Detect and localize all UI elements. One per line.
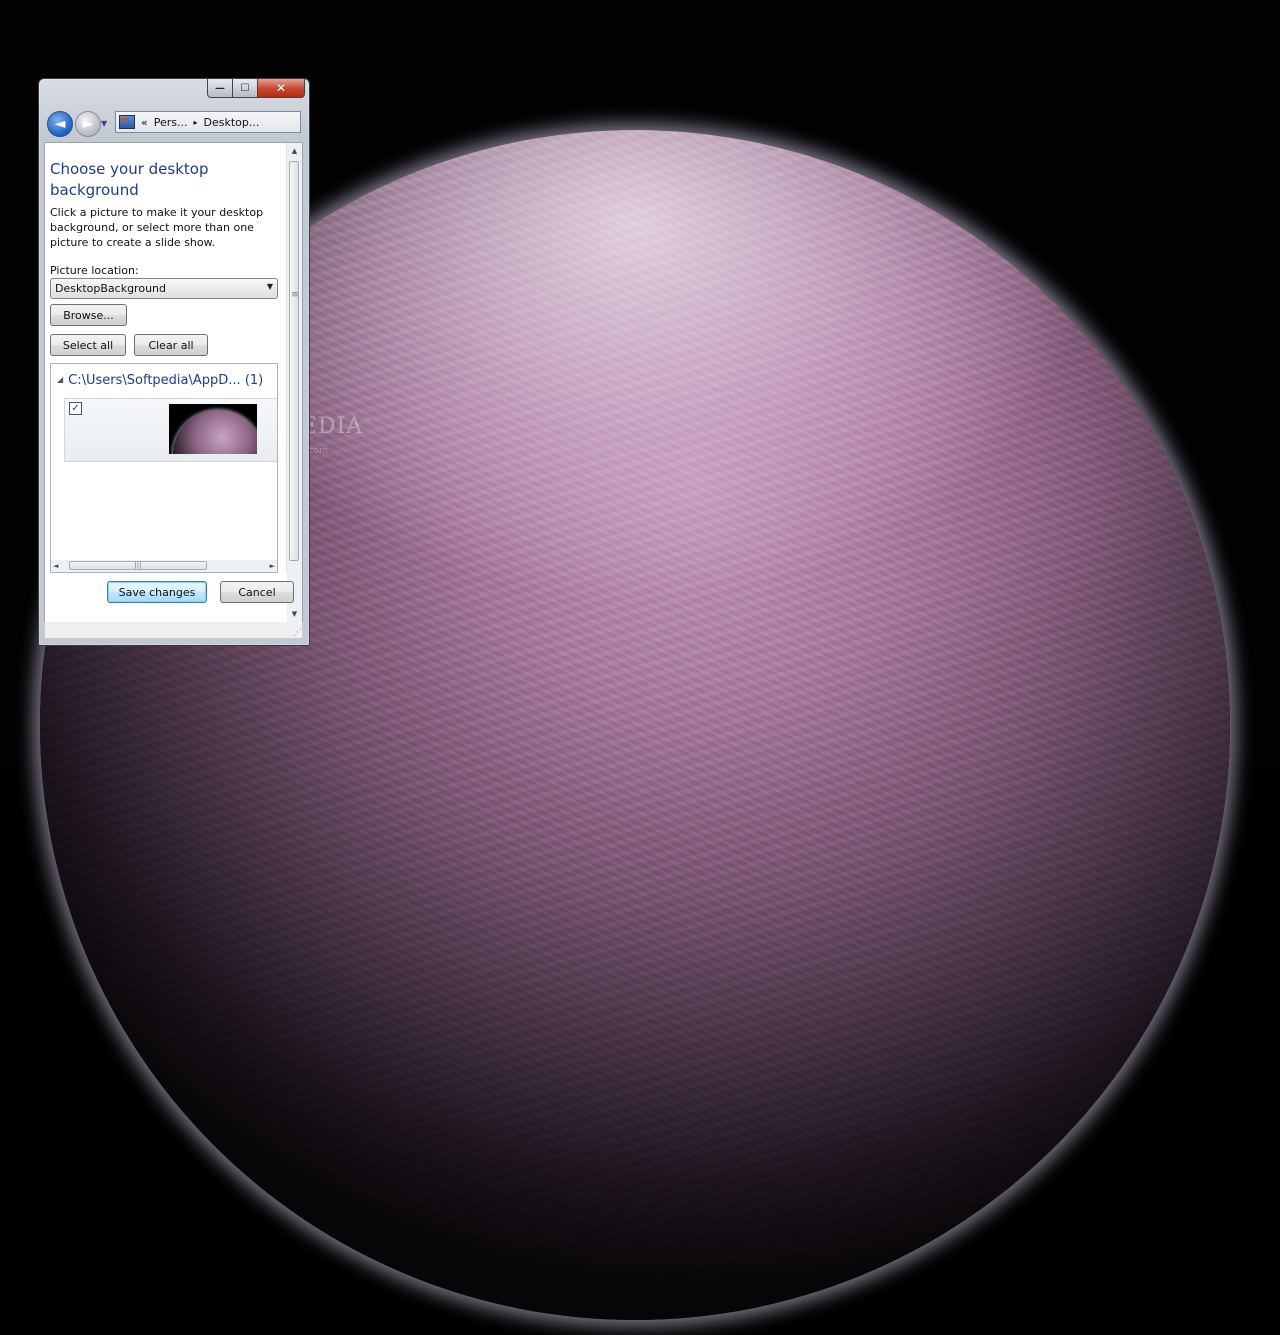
cancel-button[interactable]: Cancel (220, 581, 294, 603)
forward-arrow-icon: ► (82, 116, 94, 132)
control-panel-icon (119, 115, 135, 129)
dialog-footer: Save changes Cancel (45, 573, 294, 622)
breadcrumb-overflow[interactable]: « (141, 116, 148, 129)
picture-group-path: C:\Users\Softpedia\AppD... (68, 373, 241, 388)
chevron-down-icon: ▼ (101, 119, 108, 128)
maximize-button[interactable]: ☐ (233, 79, 258, 98)
collapse-triangle-icon[interactable]: ◢ (57, 375, 63, 384)
select-all-button[interactable]: Select all (50, 334, 126, 356)
minimize-icon: — (215, 82, 225, 94)
minimize-button[interactable]: — (207, 79, 233, 98)
picture-group-count: (1) (244, 373, 264, 388)
status-bar: ⋰ (44, 622, 303, 639)
picture-location-label: Picture location: (50, 264, 139, 277)
picture-location-value: DesktopBackground (55, 282, 166, 295)
picture-location-dropdown[interactable]: DesktopBackground ▼ (50, 278, 278, 299)
picture-tile[interactable]: ✓ (64, 398, 277, 462)
scroll-right-icon[interactable]: ► (270, 560, 275, 572)
breadcrumb-personalization[interactable]: Pers... (154, 116, 188, 129)
scroll-left-icon[interactable]: ◄ (53, 560, 58, 572)
clear-all-button[interactable]: Clear all (134, 334, 208, 356)
back-arrow-icon: ◄ (54, 116, 66, 132)
scroll-up-icon[interactable]: ▲ (287, 143, 302, 159)
forward-button[interactable]: ► (75, 111, 101, 137)
save-changes-button[interactable]: Save changes (107, 581, 207, 603)
horizontal-scroll-thumb[interactable]: ||| (69, 561, 207, 570)
maximize-icon: ☐ (240, 82, 250, 94)
scroll-grip-icon: ≡ (291, 290, 299, 300)
content-pane: ▲ ≡ ▼ Choose your desktop background Cli… (44, 142, 303, 623)
address-bar[interactable]: « Pers... ▸ Desktop... (115, 111, 301, 133)
thumbnail-planet (173, 410, 257, 454)
breadcrumb-separator-icon[interactable]: ▸ (194, 118, 198, 127)
browse-button[interactable]: Browse... (50, 304, 127, 326)
close-icon: ✕ (275, 81, 287, 95)
back-button[interactable]: ◄ (47, 111, 73, 137)
horizontal-scrollbar[interactable]: ◄ ||| ► (51, 560, 277, 572)
resize-grip-icon[interactable]: ⋰ (293, 628, 302, 638)
breadcrumb-desktop-background[interactable]: Desktop... (204, 116, 260, 129)
navigation-bar: ◄ ► ▼ « Pers... ▸ Desktop... (45, 109, 303, 137)
desktop-background-window[interactable]: — ☐ ✕ ◄ ► ▼ « Pers... ▸ Desktop... ▲ ≡ ▼… (38, 78, 310, 646)
page-title: Choose your desktop background (50, 160, 209, 199)
scroll-down-icon[interactable]: ▼ (287, 606, 302, 622)
pictures-list[interactable]: ◢ C:\Users\Softpedia\AppD... (1) ✓ ◄ ||| … (50, 363, 278, 573)
picture-checkbox[interactable]: ✓ (69, 402, 82, 415)
close-button[interactable]: ✕ (258, 79, 305, 98)
vertical-scroll-thumb[interactable]: ≡ (289, 161, 299, 561)
vertical-scrollbar[interactable]: ▲ ≡ ▼ (286, 143, 302, 622)
recent-pages-button[interactable]: ▼ (101, 119, 107, 128)
page-description: Click a picture to make it your desktop … (50, 206, 264, 249)
picture-group-header[interactable]: ◢ C:\Users\Softpedia\AppD... (1) (57, 373, 263, 388)
planet-thumbnail[interactable] (169, 404, 257, 454)
caption-buttons: — ☐ ✕ (207, 79, 305, 98)
dropdown-arrow-icon: ▼ (266, 282, 273, 291)
